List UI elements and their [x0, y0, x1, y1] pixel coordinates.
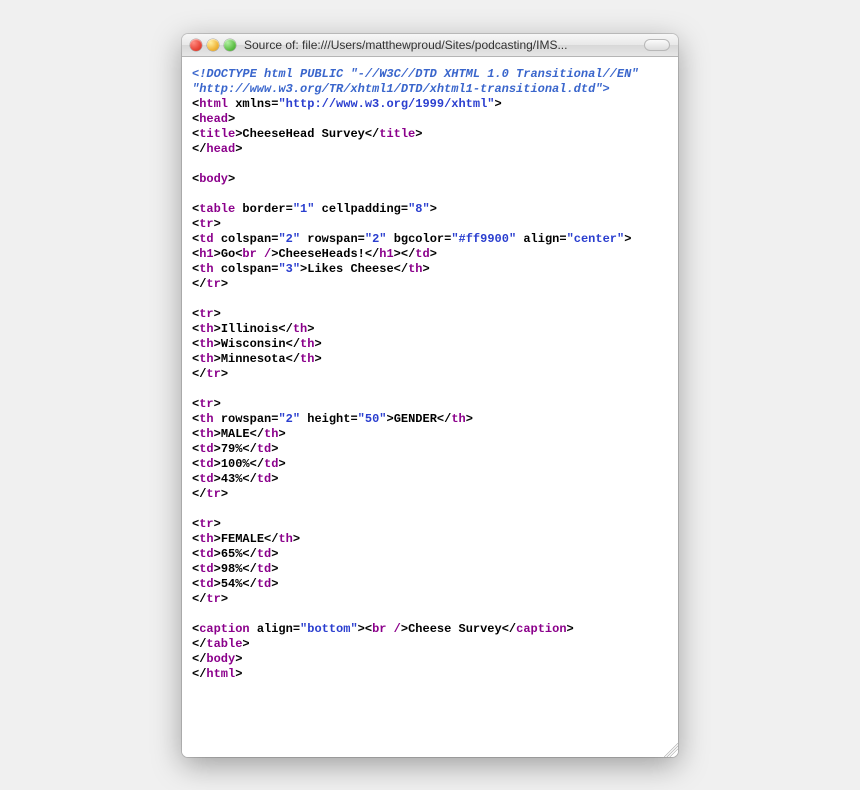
title-text: CheeseHead Survey — [242, 127, 364, 141]
td-f3: 54% — [221, 577, 243, 591]
bgcolor-val: #ff9900 — [459, 232, 509, 246]
toolbar-toggle-icon[interactable] — [644, 39, 670, 51]
source-view[interactable]: <!DOCTYPE html PUBLIC "-//W3C//DTD XHTML… — [182, 57, 678, 757]
td-m1: 79% — [221, 442, 243, 456]
th-gender: GENDER — [394, 412, 437, 426]
colspan-val: 2 — [286, 232, 293, 246]
th-mn: Minnesota — [221, 352, 286, 366]
caption-text: Cheese Survey — [408, 622, 502, 636]
source-window: Source of: file:///Users/matthewproud/Si… — [182, 34, 678, 757]
td-m3: 43% — [221, 472, 243, 486]
td-f2: 98% — [221, 562, 243, 576]
resize-handle-icon[interactable] — [664, 743, 678, 757]
align-val: center — [574, 232, 617, 246]
h1-text-a: Go — [221, 247, 235, 261]
th-wi: Wisconsin — [221, 337, 286, 351]
th-likes: Likes Cheese — [307, 262, 393, 276]
border-val: 1 — [300, 202, 307, 216]
caption-align: bottom — [307, 622, 350, 636]
xmlns-value: http://www.w3.org/1999/xhtml — [286, 97, 488, 111]
doctype-line-1: <!DOCTYPE html PUBLIC "-//W3C//DTD XHTML… — [192, 67, 638, 81]
h1-text-b: CheeseHeads! — [278, 247, 364, 261]
close-icon[interactable] — [190, 39, 202, 51]
th-g-height: 50 — [365, 412, 379, 426]
rowspan-val: 2 — [372, 232, 379, 246]
td-f1: 65% — [221, 547, 243, 561]
minimize-icon[interactable] — [207, 39, 219, 51]
traffic-lights — [190, 39, 236, 51]
th-male: MALE — [221, 427, 250, 441]
th-g-rowspan: 2 — [286, 412, 293, 426]
th-female: FEMALE — [221, 532, 264, 546]
cellpadding-val: 8 — [415, 202, 422, 216]
th-colspan-val: 3 — [286, 262, 293, 276]
doctype-line-2: "http://www.w3.org/TR/xhtml1/DTD/xhtml1-… — [192, 82, 610, 96]
th-il: Illinois — [221, 322, 279, 336]
td-m2: 100% — [221, 457, 250, 471]
window-title: Source of: file:///Users/matthewproud/Si… — [236, 38, 640, 52]
titlebar[interactable]: Source of: file:///Users/matthewproud/Si… — [182, 34, 678, 57]
zoom-icon[interactable] — [224, 39, 236, 51]
